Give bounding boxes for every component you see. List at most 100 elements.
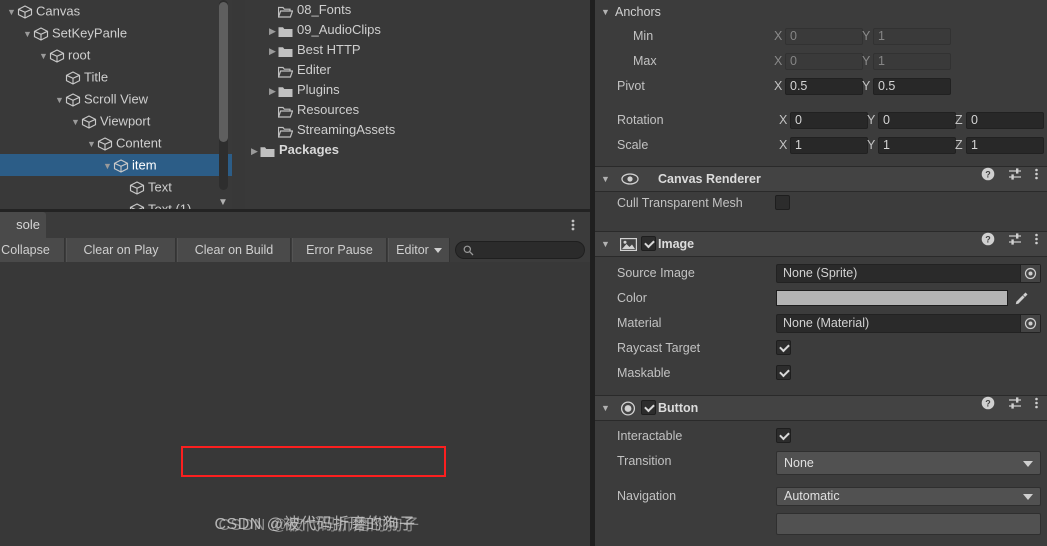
- button-foldout-icon[interactable]: ▼: [601, 396, 610, 420]
- foldout-right-icon[interactable]: ▶: [249, 141, 260, 161]
- console-log-list[interactable]: [0, 262, 590, 546]
- maskable-row[interactable]: Maskable: [595, 361, 1047, 386]
- hierarchy-scrollbar-thumb[interactable]: [219, 2, 228, 142]
- project-item-resources[interactable]: ▶ Resources: [245, 100, 590, 120]
- hierarchy-scrollbar[interactable]: [219, 0, 228, 190]
- anchor-max-y-field[interactable]: 1: [873, 53, 951, 70]
- image-component-header[interactable]: ▼ Image ?: [595, 231, 1047, 257]
- foldout-down-icon[interactable]: ▼: [22, 23, 33, 45]
- preset-settings-icon[interactable]: [1008, 232, 1022, 249]
- object-picker-icon[interactable]: [1020, 315, 1040, 332]
- maskable-checkbox[interactable]: [776, 365, 791, 380]
- hierarchy-tree[interactable]: ▼Canvas▼SetKeyPanle▼root▶Title▼Scroll Vi…: [0, 0, 232, 212]
- color-row[interactable]: Color: [595, 286, 1047, 311]
- hierarchy-item-content[interactable]: ▼ Content: [0, 132, 232, 154]
- project-item-08-fonts[interactable]: ▶ 08_Fonts: [245, 0, 590, 20]
- navigation-row[interactable]: Navigation Automatic: [595, 484, 1047, 509]
- interactable-checkbox[interactable]: [776, 428, 791, 443]
- button-header-icons[interactable]: ?: [972, 396, 1039, 420]
- project-item-plugins[interactable]: ▶ Plugins: [245, 80, 590, 100]
- project-item-packages[interactable]: ▶ Packages: [245, 140, 590, 160]
- source-image-row[interactable]: Source Image None (Sprite): [595, 261, 1047, 286]
- rotation-y-field[interactable]: 0: [878, 112, 956, 129]
- anchor-min-x-field[interactable]: 0: [785, 28, 863, 45]
- source-image-field[interactable]: None (Sprite): [776, 264, 1041, 283]
- visualize-button[interactable]: [776, 513, 1041, 535]
- cull-transparent-mesh-checkbox[interactable]: [775, 195, 790, 210]
- console-button-clear-on-play[interactable]: Clear on Play: [66, 238, 176, 262]
- help-icon[interactable]: ?: [981, 232, 995, 249]
- console-button-editor[interactable]: Editor: [388, 238, 450, 262]
- project-item-streamingassets[interactable]: ▶ StreamingAssets: [245, 120, 590, 140]
- foldout-down-icon[interactable]: ▼: [6, 1, 17, 23]
- project-item-best-http[interactable]: ▶ Best HTTP: [245, 40, 590, 60]
- foldout-right-icon[interactable]: ▶: [267, 41, 278, 61]
- scale-z-field[interactable]: 1: [966, 137, 1044, 154]
- hierarchy-item-canvas[interactable]: ▼ Canvas: [0, 0, 232, 22]
- image-foldout-icon[interactable]: ▼: [601, 232, 610, 256]
- anchor-max-x-field[interactable]: 0: [785, 53, 863, 70]
- eyedropper-icon[interactable]: [1014, 291, 1029, 309]
- anchors-foldout-icon[interactable]: ▼: [601, 0, 610, 24]
- project-item-09-audioclips[interactable]: ▶ 09_AudioClips: [245, 20, 590, 40]
- transition-row[interactable]: Transition None: [595, 449, 1047, 475]
- interactable-row[interactable]: Interactable: [595, 424, 1047, 449]
- console-button-collapse[interactable]: Collapse: [0, 238, 65, 262]
- foldout-down-icon[interactable]: ▼: [38, 45, 49, 67]
- foldout-down-icon[interactable]: ▼: [70, 111, 81, 133]
- foldout-right-icon[interactable]: ▶: [267, 81, 278, 101]
- more-options-icon[interactable]: [1034, 167, 1039, 184]
- project-tree[interactable]: ▶ 08_Fonts ▶ 09_AudioClips ▶ Best HTTP ▶ Editer…: [245, 0, 590, 160]
- image-enabled-checkbox[interactable]: [641, 236, 656, 251]
- material-row[interactable]: Material None (Material): [595, 311, 1047, 336]
- object-picker-icon[interactable]: [1020, 265, 1040, 282]
- foldout-down-icon[interactable]: ▼: [54, 89, 65, 111]
- color-swatch[interactable]: [776, 290, 1008, 306]
- anchor-pivot-y-field[interactable]: 0.5: [873, 78, 951, 95]
- hierarchy-item-viewport[interactable]: ▼ Viewport: [0, 110, 232, 132]
- foldout-down-icon[interactable]: ▼: [86, 133, 97, 155]
- hierarchy-item-setkeypanle[interactable]: ▼ SetKeyPanle: [0, 22, 232, 44]
- hierarchy-item-title[interactable]: ▶ Title: [0, 66, 232, 88]
- console-menu-icon[interactable]: [566, 216, 580, 234]
- tab-console[interactable]: sole: [0, 212, 46, 238]
- preset-settings-icon[interactable]: [1008, 396, 1022, 413]
- raycast-target-checkbox[interactable]: [776, 340, 791, 355]
- hierarchy-item-root[interactable]: ▼ root: [0, 44, 232, 66]
- project-panel[interactable]: ▶ 08_Fonts ▶ 09_AudioClips ▶ Best HTTP ▶ Editer…: [245, 0, 590, 212]
- button-enabled-checkbox[interactable]: [641, 400, 656, 415]
- anchor-min-y-field[interactable]: 1: [873, 28, 951, 45]
- raycast-target-row[interactable]: Raycast Target: [595, 336, 1047, 361]
- inspector-panel[interactable]: ▼ Anchors Min X 0 Y 1 Max X 0 Y 1 Pivot X 0.5 Y 0.5 Ro…: [595, 0, 1047, 546]
- canvas-renderer-foldout-icon[interactable]: ▼: [601, 167, 610, 191]
- console-search-input[interactable]: [455, 241, 585, 259]
- anchor-pivot-x-field[interactable]: 0.5: [785, 78, 863, 95]
- console-button-error-pause[interactable]: Error Pause: [292, 238, 387, 262]
- more-options-icon[interactable]: [1034, 232, 1039, 249]
- hierarchy-item-text[interactable]: ▶ Text: [0, 176, 232, 198]
- cull-transparent-mesh-row[interactable]: Cull Transparent Mesh: [595, 191, 1047, 216]
- preset-settings-icon[interactable]: [1008, 167, 1022, 184]
- help-icon[interactable]: ?: [981, 396, 995, 413]
- hierarchy-panel[interactable]: ▼Canvas▼SetKeyPanle▼root▶Title▼Scroll Vi…: [0, 0, 232, 212]
- rotation-z-field[interactable]: 0: [966, 112, 1044, 129]
- button-component-header[interactable]: ▼ Button ?: [595, 395, 1047, 421]
- material-field[interactable]: None (Material): [776, 314, 1041, 333]
- scroll-down-icon[interactable]: ▼: [215, 196, 231, 210]
- more-options-icon[interactable]: [1034, 396, 1039, 413]
- canvas-renderer-header-icons[interactable]: ?: [972, 167, 1039, 191]
- console-button-clear-on-build[interactable]: Clear on Build: [177, 238, 291, 262]
- hierarchy-item-item[interactable]: ▼ item: [0, 154, 232, 176]
- image-header-icons[interactable]: ?: [972, 232, 1039, 256]
- canvas-renderer-header[interactable]: ▼ Canvas Renderer ?: [595, 166, 1047, 192]
- hierarchy-item-scroll-view[interactable]: ▼ Scroll View: [0, 88, 232, 110]
- transition-dropdown[interactable]: None: [776, 451, 1041, 475]
- scale-y-field[interactable]: 1: [878, 137, 956, 154]
- navigation-dropdown[interactable]: Automatic: [776, 487, 1041, 506]
- foldout-down-icon[interactable]: ▼: [102, 155, 113, 177]
- rotation-x-field[interactable]: 0: [790, 112, 868, 129]
- foldout-right-icon[interactable]: ▶: [267, 21, 278, 41]
- project-item-editer[interactable]: ▶ Editer: [245, 60, 590, 80]
- scale-x-field[interactable]: 1: [790, 137, 868, 154]
- help-icon[interactable]: ?: [981, 167, 995, 184]
